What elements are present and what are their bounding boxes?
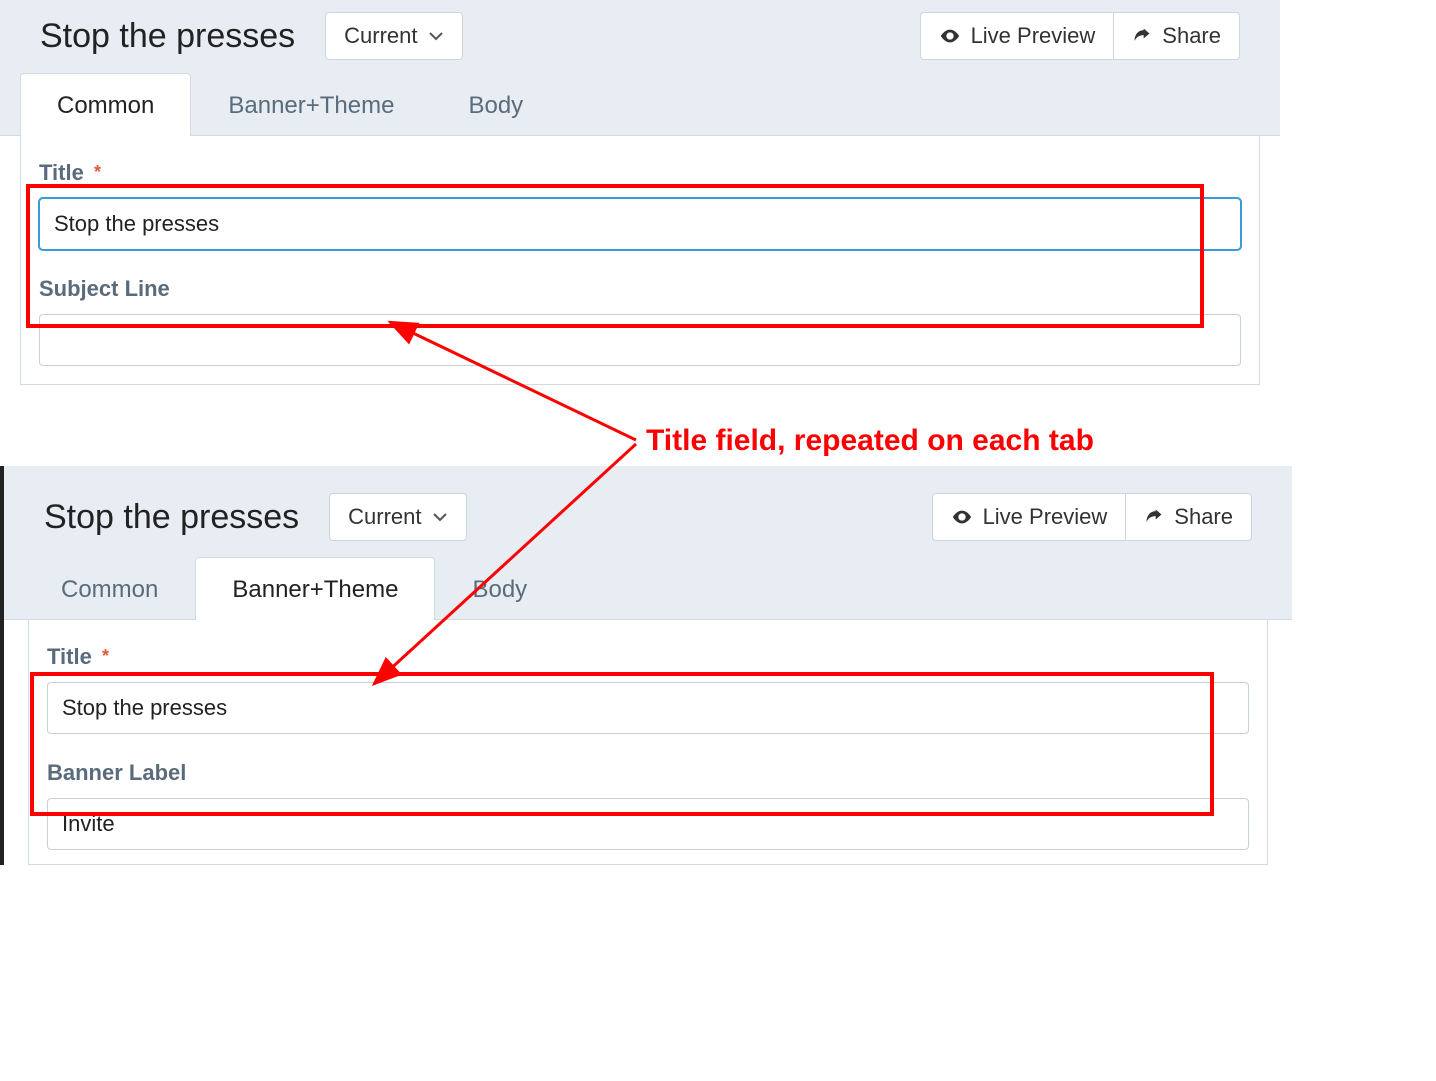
title-label-text: Title — [39, 160, 84, 185]
title-field-block: Title * — [47, 644, 1249, 734]
tab-common[interactable]: Common — [20, 73, 191, 136]
editor-header-panel: Stop the presses Current Live Preview Sh… — [4, 466, 1292, 620]
title-label-text: Title — [47, 644, 92, 669]
live-preview-label: Live Preview — [983, 504, 1108, 530]
chevron-down-icon — [432, 509, 448, 525]
tab-bar: Common Banner+Theme Body — [4, 556, 1292, 619]
version-dropdown-label: Current — [348, 504, 421, 530]
version-dropdown-label: Current — [344, 23, 417, 49]
title-label: Title * — [39, 160, 1241, 186]
title-input[interactable] — [47, 682, 1249, 734]
tab-banner-theme[interactable]: Banner+Theme — [195, 557, 435, 620]
share-button[interactable]: Share — [1125, 493, 1252, 541]
tab-body[interactable]: Body — [435, 557, 564, 620]
tab-bar: Common Banner+Theme Body — [0, 72, 1280, 135]
share-label: Share — [1162, 23, 1221, 49]
title-label: Title * — [47, 644, 1249, 670]
editor-header-panel: Stop the presses Current Live Preview Sh… — [0, 0, 1280, 136]
share-button[interactable]: Share — [1113, 12, 1240, 60]
annotation-text: Title field, repeated on each tab — [646, 424, 1094, 458]
form-panel: Title * Banner Label — [28, 620, 1268, 865]
live-preview-button[interactable]: Live Preview — [932, 493, 1126, 541]
page-title: Stop the presses — [44, 498, 299, 537]
live-preview-label: Live Preview — [971, 23, 1096, 49]
live-preview-button[interactable]: Live Preview — [920, 12, 1114, 60]
eye-icon — [951, 506, 973, 528]
banner-label-input[interactable] — [47, 798, 1249, 850]
share-arrow-icon — [1132, 26, 1152, 46]
tab-body[interactable]: Body — [431, 73, 560, 136]
share-label: Share — [1174, 504, 1233, 530]
title-field-block: Title * — [39, 160, 1241, 250]
banner-label-field-block: Banner Label — [47, 760, 1249, 850]
share-arrow-icon — [1144, 507, 1164, 527]
title-input[interactable] — [39, 198, 1241, 250]
page-title: Stop the presses — [40, 17, 295, 56]
required-asterisk-icon: * — [94, 162, 101, 182]
version-dropdown[interactable]: Current — [329, 493, 466, 541]
eye-icon — [939, 25, 961, 47]
subject-line-field-block: Subject Line — [39, 276, 1241, 366]
subject-line-label: Subject Line — [39, 276, 1241, 302]
chevron-down-icon — [428, 28, 444, 44]
banner-label-label: Banner Label — [47, 760, 1249, 786]
form-panel: Title * Subject Line — [20, 136, 1260, 385]
required-asterisk-icon: * — [102, 646, 109, 666]
subject-line-input[interactable] — [39, 314, 1241, 366]
tab-common[interactable]: Common — [24, 557, 195, 620]
version-dropdown[interactable]: Current — [325, 12, 462, 60]
tab-banner-theme[interactable]: Banner+Theme — [191, 73, 431, 136]
